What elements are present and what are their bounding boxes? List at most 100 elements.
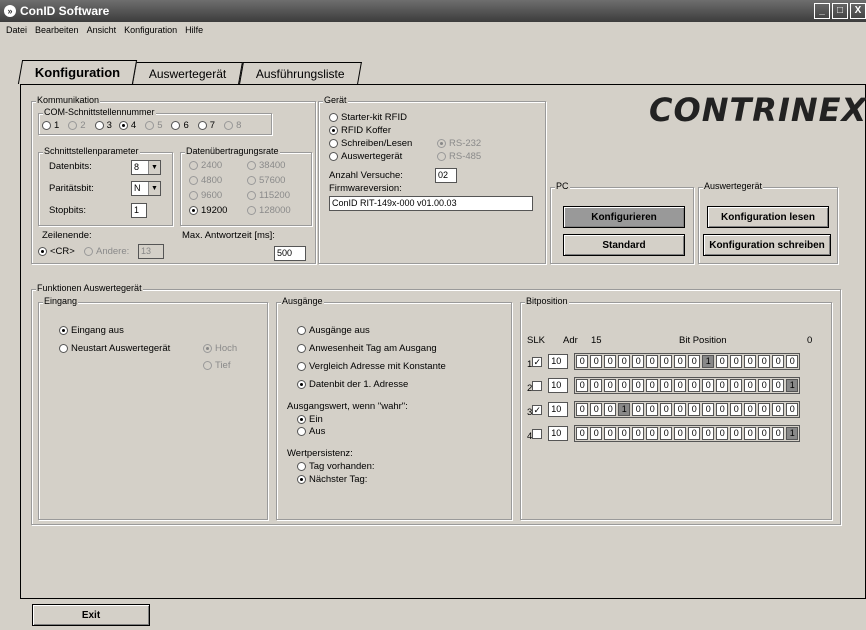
rate-radio-4800[interactable]: [189, 176, 198, 185]
konfiguration-lesen-button[interactable]: Konfiguration lesen: [707, 206, 829, 228]
exit-button[interactable]: Exit: [32, 604, 150, 626]
bit-cell[interactable]: 0: [618, 355, 631, 368]
bit-cell[interactable]: 0: [674, 403, 687, 416]
bit-cell[interactable]: 0: [702, 403, 715, 416]
anwesenheit-radio[interactable]: [297, 344, 306, 353]
stopbits-field[interactable]: 1: [131, 203, 147, 218]
bit-cell[interactable]: 0: [590, 379, 603, 392]
bit-cell[interactable]: 0: [772, 427, 785, 440]
bit-cell[interactable]: 0: [744, 427, 757, 440]
bit-cell[interactable]: 1: [702, 355, 715, 368]
menu-datei[interactable]: Datei: [2, 25, 31, 35]
bit-cell[interactable]: 0: [576, 427, 589, 440]
bit-cell[interactable]: 0: [646, 427, 659, 440]
bit-cell[interactable]: 0: [758, 403, 771, 416]
ein-radio[interactable]: [297, 415, 306, 424]
bit-cell[interactable]: 0: [576, 403, 589, 416]
slk-checkbox[interactable]: ✓: [532, 404, 543, 415]
aus-radio[interactable]: [297, 427, 306, 436]
datenbits-select[interactable]: 8 ▼: [131, 160, 161, 175]
com-radio-7[interactable]: [197, 121, 207, 130]
bit-cell[interactable]: 0: [590, 403, 603, 416]
bit-cell[interactable]: 0: [744, 403, 757, 416]
tab-auswertegeraet[interactable]: Auswertegerät: [132, 62, 244, 84]
antwortzeit-field[interactable]: 500: [274, 246, 306, 261]
ausgaenge-aus-radio[interactable]: [297, 326, 306, 335]
bit-cell[interactable]: 0: [702, 379, 715, 392]
geraet-radio-auswertegeraet[interactable]: [329, 152, 338, 161]
bit-cell[interactable]: 0: [688, 403, 701, 416]
konfigurieren-button[interactable]: Konfigurieren: [563, 206, 685, 228]
com-radio-2[interactable]: [68, 121, 78, 130]
bit-cell[interactable]: 0: [716, 403, 729, 416]
bit-cell[interactable]: 0: [758, 379, 771, 392]
rate-radio-19200[interactable]: [189, 206, 198, 215]
adr-field[interactable]: 10: [548, 378, 569, 393]
bit-cell[interactable]: 0: [688, 379, 701, 392]
tab-konfiguration[interactable]: Konfiguration: [17, 60, 138, 84]
geraet-radio-schreiben-lesen[interactable]: [329, 139, 338, 148]
bit-cell[interactable]: 0: [660, 427, 673, 440]
close-button[interactable]: X: [850, 3, 866, 19]
bit-cell[interactable]: 0: [772, 403, 785, 416]
bit-cell[interactable]: 0: [730, 379, 743, 392]
bit-cell[interactable]: 0: [618, 379, 631, 392]
zeilenende-andere-radio[interactable]: [84, 247, 93, 256]
geraet-radio-rfid-koffer[interactable]: [329, 126, 338, 135]
adr-field[interactable]: 10: [548, 426, 569, 441]
bit-cell[interactable]: 0: [632, 379, 645, 392]
bit-cell[interactable]: 0: [674, 355, 687, 368]
rate-radio-57600[interactable]: [247, 176, 256, 185]
bit-cell[interactable]: 0: [590, 355, 603, 368]
bit-cell[interactable]: 0: [604, 379, 617, 392]
bit-cell[interactable]: 0: [730, 355, 743, 368]
slk-checkbox[interactable]: [532, 428, 543, 439]
com-radio-4[interactable]: [118, 121, 128, 130]
rs485-radio[interactable]: [437, 152, 446, 161]
menu-bearbeiten[interactable]: Bearbeiten: [31, 25, 83, 35]
bit-cell[interactable]: 0: [786, 355, 799, 368]
rate-radio-38400[interactable]: [247, 161, 256, 170]
eingang-aus-radio[interactable]: [59, 326, 68, 335]
com-radio-3[interactable]: [94, 121, 104, 130]
tab-ausfuehrungsliste[interactable]: Ausführungsliste: [238, 62, 362, 84]
slk-checkbox[interactable]: [532, 380, 543, 391]
paritaet-select[interactable]: N ▼: [131, 181, 161, 196]
rate-radio-2400[interactable]: [189, 161, 198, 170]
datenbit-radio[interactable]: [297, 380, 306, 389]
bit-cell[interactable]: 0: [674, 427, 687, 440]
neustart-radio[interactable]: [59, 344, 68, 353]
geraet-radio-starterkit[interactable]: [329, 113, 338, 122]
bit-cell[interactable]: 0: [632, 355, 645, 368]
bit-cell[interactable]: 0: [786, 403, 799, 416]
bit-cell[interactable]: 0: [730, 427, 743, 440]
versuche-field[interactable]: 02: [435, 168, 457, 183]
bit-cell[interactable]: 0: [688, 355, 701, 368]
bit-cell[interactable]: 0: [674, 379, 687, 392]
standard-button[interactable]: Standard: [563, 234, 685, 256]
naechster-tag-radio[interactable]: [297, 475, 306, 484]
bit-cell[interactable]: 0: [604, 355, 617, 368]
bit-cell[interactable]: 0: [772, 355, 785, 368]
bit-cell[interactable]: 0: [604, 427, 617, 440]
bit-cell[interactable]: 0: [702, 427, 715, 440]
bit-cell[interactable]: 0: [604, 403, 617, 416]
bit-cell[interactable]: 0: [576, 355, 589, 368]
bit-cell[interactable]: 0: [688, 427, 701, 440]
bit-cell[interactable]: 0: [758, 427, 771, 440]
adr-field[interactable]: 10: [548, 402, 569, 417]
bit-cell[interactable]: 0: [590, 427, 603, 440]
com-radio-1[interactable]: [42, 121, 51, 130]
bit-cell[interactable]: 0: [716, 379, 729, 392]
bit-cell[interactable]: 1: [786, 379, 799, 392]
bit-cell[interactable]: 0: [618, 427, 631, 440]
bit-cell[interactable]: 0: [744, 379, 757, 392]
bit-cell[interactable]: 0: [758, 355, 771, 368]
bit-cell[interactable]: 0: [660, 379, 673, 392]
com-radio-5[interactable]: [145, 121, 155, 130]
bit-cell[interactable]: 0: [730, 403, 743, 416]
bit-cell[interactable]: 0: [646, 355, 659, 368]
com-radio-8[interactable]: [224, 121, 234, 130]
bit-cell[interactable]: 1: [618, 403, 631, 416]
bit-cell[interactable]: 0: [632, 403, 645, 416]
